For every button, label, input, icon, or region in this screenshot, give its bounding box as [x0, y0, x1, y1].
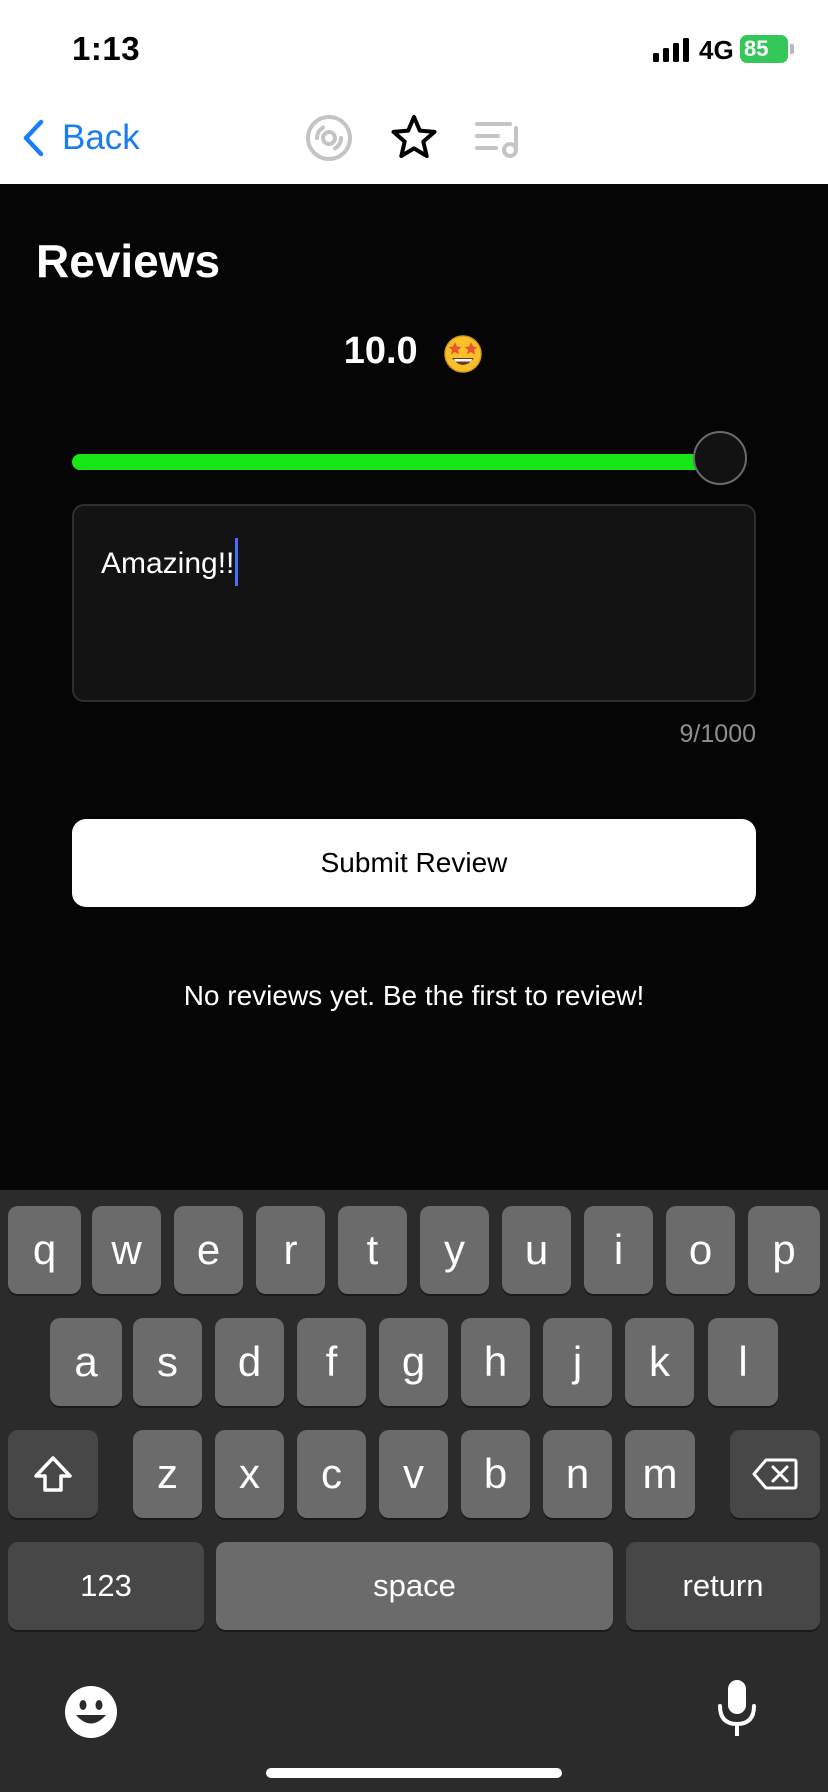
key-t[interactable]: t — [338, 1206, 407, 1294]
status-bar: 1:13 4G 85 — [0, 0, 828, 92]
vinyl-record-icon[interactable] — [303, 112, 355, 164]
review-text-value: Amazing!! — [101, 538, 239, 586]
key-x[interactable]: x — [215, 1430, 284, 1518]
delete-key[interactable] — [730, 1430, 820, 1518]
key-w[interactable]: w — [92, 1206, 161, 1294]
status-time: 1:13 — [72, 30, 141, 67]
key-h[interactable]: h — [461, 1318, 530, 1406]
rating-score: 10.0 — [0, 330, 828, 374]
key-j[interactable]: j — [543, 1318, 612, 1406]
shift-arrow-icon — [34, 1456, 72, 1492]
key-a[interactable]: a — [50, 1318, 122, 1406]
star-icon[interactable] — [388, 112, 440, 164]
key-g[interactable]: g — [379, 1318, 448, 1406]
key-f[interactable]: f — [297, 1318, 366, 1406]
key-l[interactable]: l — [708, 1318, 778, 1406]
star-struck-emoji-icon — [444, 335, 483, 373]
shift-key[interactable] — [8, 1430, 98, 1518]
back-button[interactable]: Back — [22, 110, 140, 166]
review-text-input[interactable]: Amazing!! — [72, 504, 756, 702]
rating-value: 10.0 — [343, 330, 418, 372]
text-cursor — [235, 538, 239, 586]
microphone-icon[interactable] — [715, 1678, 759, 1740]
key-y[interactable]: y — [420, 1206, 489, 1294]
home-indicator — [266, 1768, 562, 1778]
battery-level: 85 — [744, 36, 769, 61]
battery-cap — [790, 44, 794, 54]
key-p[interactable]: p — [748, 1206, 820, 1294]
key-u[interactable]: u — [502, 1206, 571, 1294]
back-label: Back — [62, 118, 140, 157]
space-key[interactable]: space — [216, 1542, 613, 1630]
key-n[interactable]: n — [543, 1430, 612, 1518]
key-k[interactable]: k — [625, 1318, 694, 1406]
key-b[interactable]: b — [461, 1430, 530, 1518]
playlist-icon[interactable] — [472, 112, 524, 164]
submit-review-button[interactable]: Submit Review — [72, 819, 756, 907]
return-key[interactable]: return — [626, 1542, 820, 1630]
navigation-bar: Back — [0, 92, 828, 185]
page-title: Reviews — [36, 235, 221, 287]
rating-slider-fill — [72, 454, 720, 470]
rating-slider-track[interactable] — [72, 454, 720, 470]
key-i[interactable]: i — [584, 1206, 653, 1294]
key-s[interactable]: s — [133, 1318, 202, 1406]
reviews-section: Reviews 10.0 Amazing!! 9/1000 Submit Rev… — [0, 184, 828, 1190]
rating-slider-thumb[interactable] — [693, 431, 747, 485]
key-r[interactable]: r — [256, 1206, 325, 1294]
key-c[interactable]: c — [297, 1430, 366, 1518]
character-counter: 9/1000 — [679, 720, 756, 748]
backspace-icon — [752, 1458, 798, 1490]
key-z[interactable]: z — [133, 1430, 202, 1518]
empty-reviews-message: No reviews yet. Be the first to review! — [183, 980, 645, 1011]
key-v[interactable]: v — [379, 1430, 448, 1518]
cellular-signal-icon — [653, 38, 689, 62]
review-text: Amazing!! — [101, 546, 235, 580]
numbers-key[interactable]: 123 — [8, 1542, 204, 1630]
key-q[interactable]: q — [8, 1206, 81, 1294]
key-d[interactable]: d — [215, 1318, 284, 1406]
network-type: 4G — [699, 35, 734, 65]
emoji-keyboard-icon[interactable] — [63, 1684, 119, 1740]
key-m[interactable]: m — [625, 1430, 695, 1518]
battery-indicator: 85 — [740, 35, 788, 63]
on-screen-keyboard: q w e r t y u i o p a s d f g h j k l z … — [0, 1190, 828, 1792]
key-o[interactable]: o — [666, 1206, 735, 1294]
chevron-left-icon — [23, 119, 44, 157]
key-e[interactable]: e — [174, 1206, 243, 1294]
